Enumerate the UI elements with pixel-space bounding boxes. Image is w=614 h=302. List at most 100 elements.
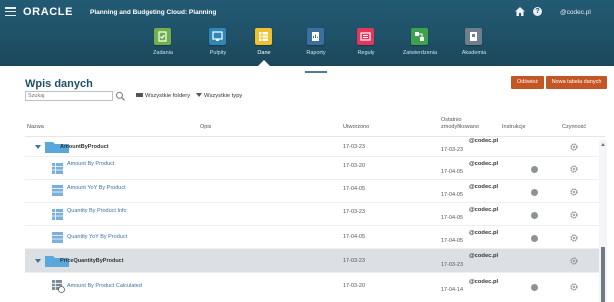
- nav-tile-tasks[interactable]: Zadania: [133, 28, 193, 64]
- top-banner: ORACLE Planning and Budgeting Cloud: Pla…: [0, 0, 614, 66]
- nav-label-data: Dane: [257, 50, 271, 56]
- reports-icon: [307, 28, 324, 45]
- new-form-button[interactable]: Nowa tabela danych: [546, 76, 607, 89]
- row-created: 17-03-20: [343, 163, 366, 169]
- search-icon[interactable]: [115, 91, 126, 101]
- row-modified-user: @codec.pl: [469, 253, 499, 259]
- col-modified-line1[interactable]: Ostatnio: [441, 117, 461, 123]
- row-modified-user: @codec.pl: [469, 184, 499, 190]
- table-row[interactable]: Quantity By Product Info 17-03-23 @codec…: [25, 203, 599, 226]
- row-modified-date: 17-04-05: [441, 215, 464, 221]
- row-name[interactable]: PriceQuantityByProduct: [60, 258, 124, 264]
- col-modified-line2[interactable]: zmodyfikowano: [441, 124, 479, 130]
- scrollbar-thumb[interactable]: [601, 247, 605, 302]
- hamburger-icon[interactable]: [5, 7, 16, 17]
- table-row[interactable]: Quantity YoY By Product 17-04-05 @codec.…: [25, 226, 599, 249]
- form-icon: [52, 209, 63, 220]
- calculated-form-icon: [52, 280, 65, 293]
- filter-types-label: Wszystkie typy: [204, 93, 243, 99]
- user-menu[interactable]: @codec.pl: [560, 9, 591, 16]
- gear-icon[interactable]: [570, 165, 578, 173]
- search-input[interactable]: [25, 91, 113, 101]
- nav-label-tasks: Zadania: [153, 50, 173, 56]
- row-created: 17-03-23: [343, 144, 366, 150]
- gear-icon[interactable]: [570, 211, 578, 219]
- nav-tile-academy[interactable]: Akademia: [444, 28, 504, 64]
- rules-icon: [357, 28, 374, 45]
- home-icon[interactable]: [515, 7, 525, 16]
- form-chart-icon: [52, 232, 63, 243]
- row-modified-date: 17-04-05: [441, 238, 464, 244]
- row-modified-user: @codec.pl: [469, 138, 499, 144]
- row-name[interactable]: Amount By Product Calculated: [67, 283, 142, 289]
- academy-icon: [465, 28, 482, 45]
- gear-icon[interactable]: [570, 234, 578, 242]
- funnel-icon: [196, 93, 202, 97]
- table-row[interactable]: Amount By Product 17-03-20 @codec.pl 17-…: [25, 157, 599, 180]
- row-modified-date: 17-04-14: [441, 287, 464, 293]
- col-created[interactable]: Utworzono: [343, 124, 369, 130]
- refresh-button[interactable]: Odśwież: [511, 76, 544, 89]
- row-modified-user: @codec.pl: [469, 230, 499, 236]
- page-title: Wpis danych: [25, 78, 93, 90]
- row-name[interactable]: Amount By Product: [67, 161, 114, 167]
- row-name[interactable]: Quantity YoY By Product: [67, 234, 127, 240]
- row-modified-date: 17-03-23: [441, 147, 464, 153]
- row-name[interactable]: Quantity By Product Info: [67, 208, 127, 214]
- info-icon[interactable]: [531, 212, 538, 219]
- table-row-folder-amountbyproduct[interactable]: AmountByProduct 17-03-23 @codec.pl 17-03…: [25, 137, 599, 157]
- gear-icon[interactable]: [570, 257, 578, 265]
- nav-label-approvals: Zatwierdzenia: [402, 50, 438, 56]
- row-name[interactable]: Amount YoY By Product: [67, 185, 126, 191]
- expand-toggle-icon[interactable]: [35, 145, 41, 149]
- collapse-handle[interactable]: [305, 71, 327, 73]
- approvals-icon: [411, 28, 428, 45]
- col-instructions[interactable]: Instrukcje: [502, 124, 526, 130]
- row-created: 17-03-20: [343, 283, 366, 289]
- row-created: 17-04-05: [343, 234, 366, 240]
- gear-icon[interactable]: [570, 283, 578, 291]
- row-name[interactable]: AmountByProduct: [60, 144, 109, 150]
- filter-types[interactable]: Wszystkie typy: [196, 93, 242, 99]
- active-nav-indicator: [258, 60, 270, 66]
- row-modified-user: @codec.pl: [469, 207, 499, 213]
- row-modified-date: 17-03-23: [441, 262, 464, 268]
- folder-filter-icon: [136, 93, 143, 97]
- gear-icon[interactable]: [570, 143, 578, 151]
- col-actions[interactable]: Czynność: [562, 124, 586, 130]
- row-modified-user: @codec.pl: [469, 279, 499, 285]
- tasks-icon: [154, 28, 171, 45]
- table-row[interactable]: Amount By Product Calculated 17-03-20 @c…: [25, 273, 599, 302]
- info-icon[interactable]: [531, 284, 538, 291]
- info-icon[interactable]: [531, 235, 538, 242]
- nav-tile-data[interactable]: Dane: [234, 28, 294, 64]
- expand-toggle-icon[interactable]: [35, 259, 41, 263]
- row-created: 17-03-23: [343, 258, 366, 264]
- filter-folders-label: Wszystkie foldery: [145, 93, 191, 99]
- oracle-logo: ORACLE: [23, 6, 74, 18]
- product-title: Planning and Budgeting Cloud: Planning: [90, 9, 217, 16]
- form-icon: [52, 163, 63, 174]
- nav-tile-approvals[interactable]: Zatwierdzenia: [390, 28, 450, 64]
- gear-icon[interactable]: [570, 188, 578, 196]
- data-icon: [255, 28, 272, 45]
- row-created: 17-04-05: [343, 186, 366, 192]
- info-icon[interactable]: [531, 189, 538, 196]
- table-row[interactable]: Amount YoY By Product 17-04-05 @codec.pl…: [25, 180, 599, 203]
- row-modified-date: 17-04-05: [441, 192, 464, 198]
- col-name[interactable]: Nazwa: [27, 124, 44, 130]
- info-icon[interactable]: [531, 166, 538, 173]
- dashboards-icon: [209, 28, 226, 45]
- nav-tile-rules[interactable]: Reguły: [336, 28, 396, 64]
- table-header: Nazwa Opis Utworzono Ostatnio zmodyfikow…: [25, 112, 605, 137]
- row-modified-date: 17-04-05: [441, 169, 464, 175]
- col-description[interactable]: Opis: [200, 124, 211, 130]
- row-created: 17-03-23: [343, 209, 366, 215]
- nav-label-rules: Reguły: [357, 50, 375, 56]
- nav-label-academy: Akademia: [461, 50, 487, 56]
- row-modified-user: @codec.pl: [469, 161, 499, 167]
- filter-folders[interactable]: Wszystkie foldery: [136, 93, 190, 99]
- scroll-up-arrow-icon[interactable]: [601, 143, 605, 146]
- help-icon[interactable]: ?: [533, 7, 542, 16]
- table-row-folder-pricequantitybyproduct[interactable]: PriceQuantityByProduct 17-03-23 @codec.p…: [25, 249, 599, 273]
